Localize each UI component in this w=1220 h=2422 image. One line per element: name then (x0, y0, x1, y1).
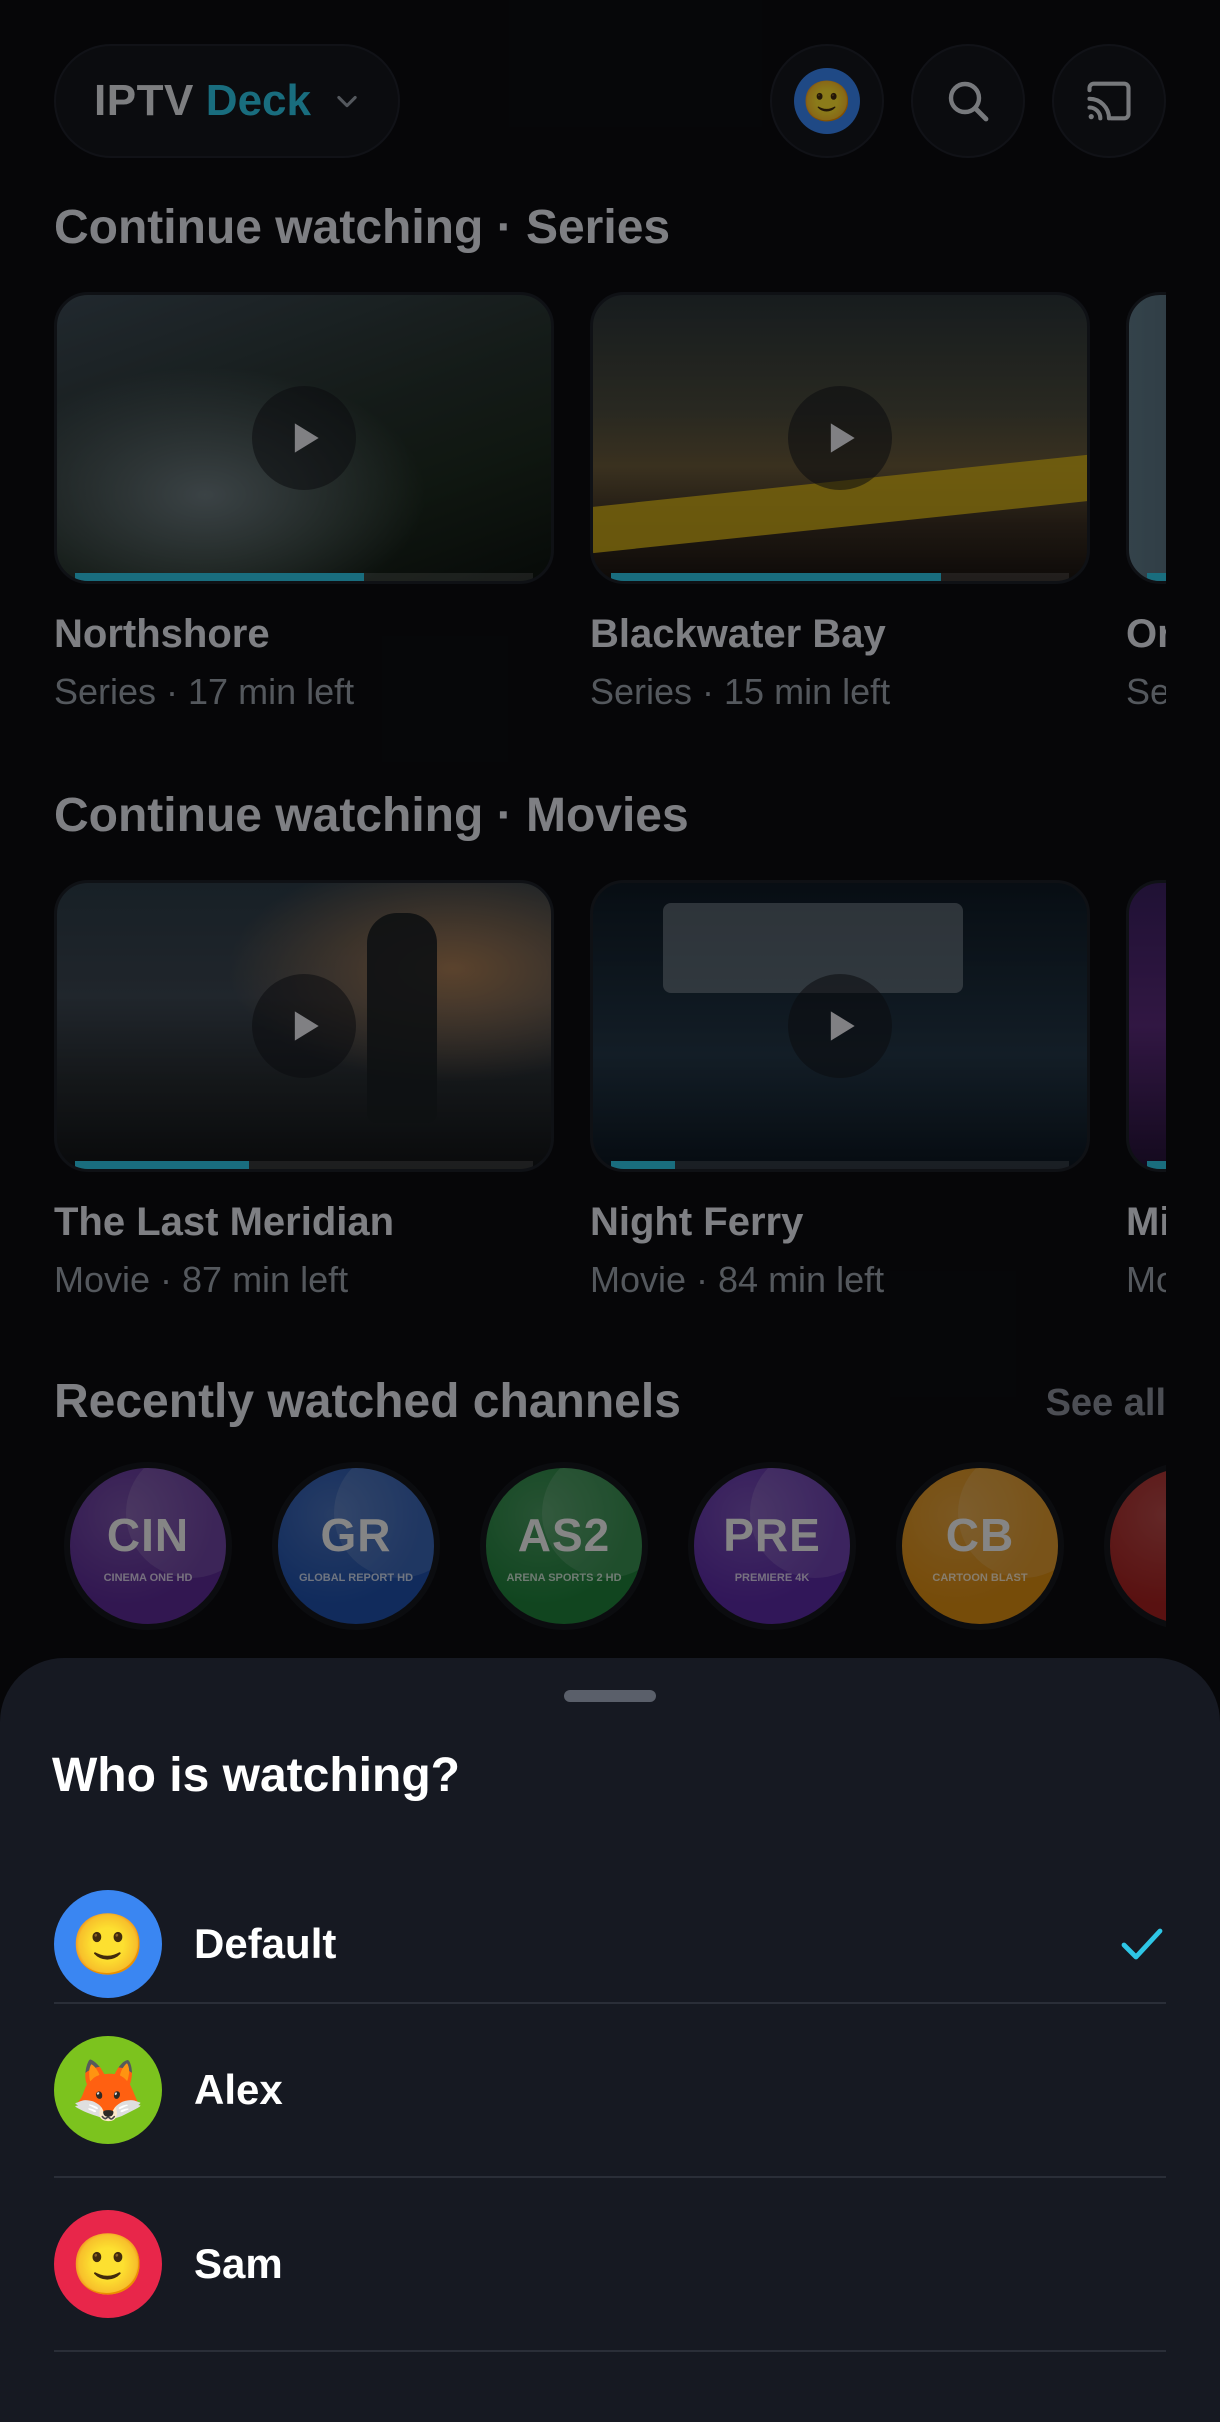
divider (54, 2350, 1166, 2352)
profile-avatar: 🙂 (54, 2210, 162, 2318)
profile-name: Alex (194, 2066, 283, 2113)
profile-picker-sheet: Who is watching? 🙂 Default 🦊 Alex 🙂 Sam (0, 1658, 1220, 2422)
profile-name: Default (194, 1920, 337, 1967)
profile-option-sam[interactable]: 🙂 Sam (54, 2178, 1166, 2350)
sheet-title: Who is watching? (52, 1749, 460, 1802)
profile-name: Sam (194, 2240, 283, 2287)
checkmark-icon (1121, 1928, 1163, 1960)
profile-avatar: 🙂 (54, 1890, 162, 1998)
sheet-drag-handle[interactable] (564, 1690, 656, 1702)
profile-option-alex[interactable]: 🦊 Alex (54, 2004, 1166, 2176)
profile-avatar: 🦊 (54, 2036, 162, 2144)
